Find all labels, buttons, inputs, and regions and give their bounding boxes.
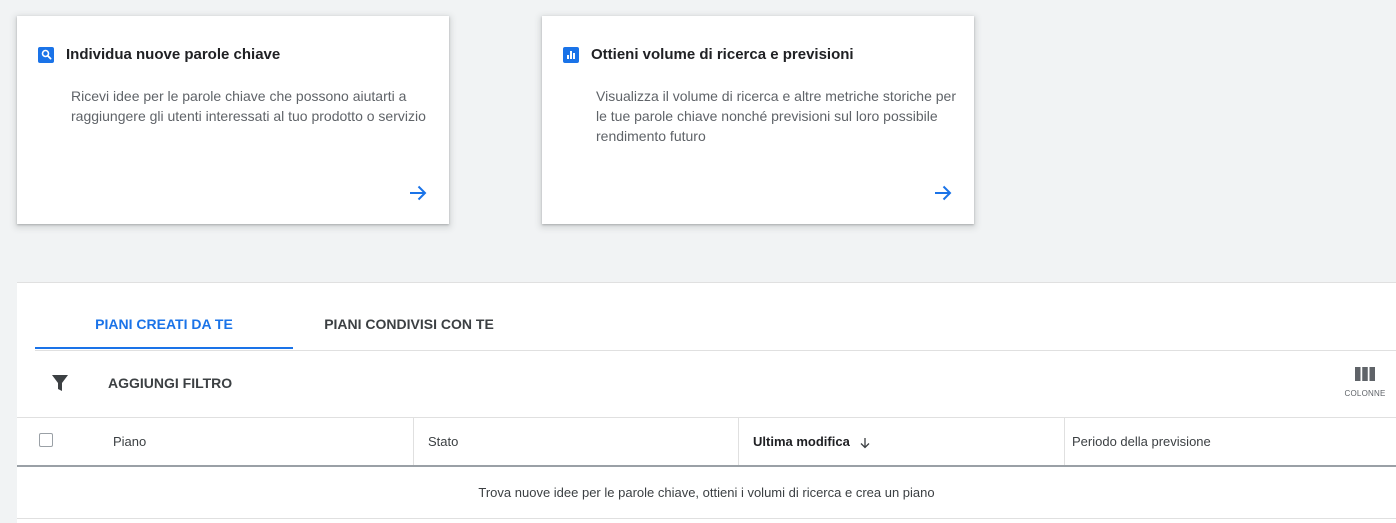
discover-keywords-card[interactable]: Individua nuove parole chiave Ricevi ide… [17, 16, 449, 224]
column-header-last-modified[interactable]: Ultima modifica [739, 418, 1065, 465]
tab-plans-shared-with-you[interactable]: PIANI CONDIVISI CON TE [293, 283, 525, 349]
filter-icon[interactable] [51, 373, 69, 393]
columns-label: COLONNE [1344, 389, 1386, 398]
search-volume-forecast-card[interactable]: Ottieni volume di ricerca e previsioni V… [542, 16, 974, 224]
arrow-right-icon[interactable] [407, 182, 429, 204]
column-header-forecast-period[interactable]: Periodo della previsione [1065, 418, 1396, 465]
columns-icon [1355, 367, 1375, 381]
search-icon [38, 46, 54, 63]
select-all-checkbox[interactable] [39, 433, 53, 447]
plans-panel: PIANI CREATI DA TE PIANI CONDIVISI CON T… [17, 282, 1396, 523]
arrow-down-icon [860, 437, 870, 448]
column-header-status[interactable]: Stato [414, 418, 739, 465]
card-description: Visualizza il volume di ricerca e altre … [596, 88, 956, 144]
column-header-plan[interactable]: Piano [97, 418, 414, 465]
card-title: Individua nuove parole chiave [66, 46, 281, 63]
columns-button[interactable]: COLONNE [1343, 367, 1387, 398]
bar-chart-icon [563, 46, 579, 63]
card-description: Ricevi idee per le parole chiave che pos… [71, 88, 426, 124]
arrow-right-icon[interactable] [932, 182, 954, 204]
plans-tabs: PIANI CREATI DA TE PIANI CONDIVISI CON T… [35, 283, 1396, 351]
filter-bar: AGGIUNGI FILTRO COLONNE [17, 351, 1396, 418]
card-title: Ottieni volume di ricerca e previsioni [591, 46, 854, 63]
empty-table-message: Trova nuove idee per le parole chiave, o… [17, 467, 1396, 519]
table-header: Piano Stato Ultima modifica Periodo dell… [17, 418, 1396, 467]
add-filter-button[interactable]: AGGIUNGI FILTRO [108, 375, 232, 391]
select-all-cell [17, 418, 97, 465]
tab-plans-created-by-you[interactable]: PIANI CREATI DA TE [35, 283, 293, 349]
